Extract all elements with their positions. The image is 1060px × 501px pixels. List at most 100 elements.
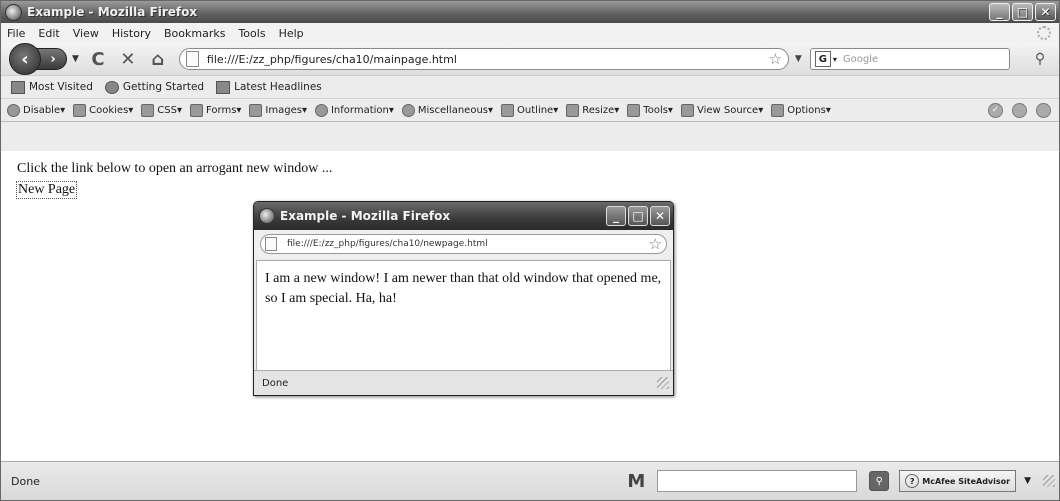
validation-check-icon[interactable]: ✓ (988, 102, 1003, 118)
popup-url-text[interactable]: file:///E:/zz_php/figures/cha10/newpage.… (287, 239, 649, 249)
bookmarks-toolbar: Most Visited Getting Started Latest Head… (1, 76, 1059, 99)
siteadvisor-dropdown-icon[interactable]: ▼ (1024, 476, 1031, 486)
dev-label: Options▾ (787, 104, 831, 116)
page-icon (265, 237, 277, 251)
dev-disable-menu[interactable]: Disable▾ (7, 103, 66, 117)
forms-icon (190, 103, 203, 117)
navigation-toolbar: ‹ › ▼ C ✕ ⌂ file:///E:/zz_php/figures/ch… (1, 43, 1059, 76)
intro-text: Click the link below to open an arrogant… (17, 161, 333, 176)
back-button[interactable]: ‹ (9, 43, 41, 75)
bookmark-getting-started[interactable]: Getting Started (104, 80, 205, 94)
js-status-icon[interactable] (1036, 102, 1051, 118)
bookmark-label: Most Visited (29, 81, 93, 93)
bookmark-folder-icon (11, 80, 25, 94)
popup-url-bar[interactable]: file:///E:/zz_php/figures/cha10/newpage.… (260, 234, 667, 254)
url-text[interactable]: file:///E:/zz_php/figures/cha10/mainpage… (207, 53, 769, 66)
firefox-logo-icon (5, 3, 22, 21)
status-text: Done (11, 474, 40, 488)
css-status-icon[interactable] (1012, 102, 1027, 118)
popup-url-row: file:///E:/zz_php/figures/cha10/newpage.… (254, 230, 673, 258)
page-icon (185, 51, 199, 67)
url-bar[interactable]: file:///E:/zz_php/figures/cha10/mainpage… (178, 48, 789, 70)
minimize-button[interactable]: _ (989, 3, 1010, 21)
menu-help[interactable]: Help (279, 27, 304, 40)
dev-label: Cookies▾ (89, 104, 134, 116)
miscellaneous-icon (401, 103, 415, 117)
firefox-bookmark-icon (104, 80, 119, 94)
tools-icon (627, 103, 641, 117)
bookmark-latest-headlines[interactable]: Latest Headlines (216, 80, 322, 94)
title-bar: Example - Mozilla Firefox _ □ ✕ (1, 1, 1059, 23)
popup-close-button[interactable]: ✕ (650, 206, 670, 226)
bookmark-star-icon[interactable]: ☆ (649, 235, 662, 253)
dev-miscellaneous-menu[interactable]: Miscellaneous▾ (401, 103, 494, 117)
dev-information-menu[interactable]: Information▾ (314, 103, 394, 117)
rss-icon (216, 80, 231, 94)
google-icon[interactable]: G (814, 51, 831, 67)
popup-title: Example - Mozilla Firefox (280, 209, 451, 223)
dev-label: Miscellaneous▾ (417, 104, 494, 116)
dev-label: Information▾ (330, 104, 394, 116)
dev-resize-menu[interactable]: Resize▾ (566, 103, 619, 117)
search-placeholder[interactable]: Google (843, 54, 1005, 65)
bookmark-star-icon[interactable]: ☆ (768, 50, 781, 68)
home-icon[interactable]: ⌂ (147, 48, 169, 70)
stop-icon[interactable]: ✕ (117, 48, 139, 70)
dev-images-menu[interactable]: Images▾ (249, 103, 307, 117)
resize-icon (566, 103, 580, 117)
dev-label: CSS▾ (157, 104, 182, 116)
maximize-button[interactable]: □ (1012, 3, 1033, 21)
window-title: Example - Mozilla Firefox (27, 5, 198, 19)
dev-label: Images▾ (265, 104, 307, 116)
siteadvisor-button[interactable]: ? McAfee SiteAdvisor (899, 470, 1017, 492)
dev-css-menu[interactable]: CSS▾ (141, 103, 182, 117)
information-icon (314, 103, 328, 117)
menu-bar: File Edit View History Bookmarks Tools H… (1, 23, 1059, 43)
web-developer-toolbar: Disable▾ Cookies▾ CSS▾ Forms▾ Images▾ In… (1, 99, 1059, 122)
images-icon (249, 103, 263, 117)
search-box[interactable]: G ▾ Google (809, 48, 1010, 70)
close-button[interactable]: ✕ (1035, 3, 1056, 21)
menu-history[interactable]: History (112, 27, 151, 40)
help-icon: ? (905, 474, 920, 488)
search-engine-dropdown-icon[interactable]: ▾ (833, 55, 837, 64)
popup-minimize-button[interactable]: _ (606, 206, 626, 226)
menu-file[interactable]: File (7, 27, 25, 40)
new-page-link[interactable]: New Page (16, 181, 78, 199)
dev-label: Forms▾ (206, 104, 242, 116)
resize-grip-icon[interactable] (1043, 475, 1055, 487)
menu-tools[interactable]: Tools (238, 27, 265, 40)
menu-view[interactable]: View (73, 27, 99, 40)
dev-outline-menu[interactable]: Outline▾ (501, 103, 558, 117)
bookmark-label: Getting Started (122, 81, 205, 93)
reload-icon[interactable]: C (87, 48, 109, 70)
dev-cookies-menu[interactable]: Cookies▾ (73, 103, 134, 117)
popup-title-bar: Example - Mozilla Firefox _ □ ✕ (254, 202, 673, 230)
firefox-logo-icon (259, 208, 275, 224)
history-dropdown-icon[interactable]: ▼ (72, 54, 79, 64)
dev-label: View Source▾ (696, 104, 764, 116)
popup-body-text: I am a new window! I am newer than that … (265, 271, 662, 306)
status-bar: Done M ⚲ ? McAfee SiteAdvisor ▼ (1, 461, 1059, 500)
m-logo-icon[interactable]: M (627, 471, 645, 492)
menu-edit[interactable]: Edit (38, 27, 59, 40)
status-search-go-icon[interactable]: ⚲ (869, 471, 890, 491)
bookmark-most-visited[interactable]: Most Visited (11, 80, 93, 94)
dev-label: Disable▾ (23, 104, 66, 116)
throbber-icon (1037, 26, 1051, 40)
dev-forms-menu[interactable]: Forms▾ (190, 103, 242, 117)
dev-view-source-menu[interactable]: View Source▾ (680, 103, 764, 117)
popup-window: Example - Mozilla Firefox _ □ ✕ file:///… (253, 201, 674, 396)
popup-content: I am a new window! I am newer than that … (256, 260, 671, 372)
url-dropdown-icon[interactable]: ▼ (795, 54, 802, 64)
popup-maximize-button[interactable]: □ (628, 206, 648, 226)
dev-options-menu[interactable]: Options▾ (771, 103, 831, 117)
outline-icon (501, 103, 515, 117)
menu-bookmarks[interactable]: Bookmarks (164, 27, 225, 40)
css-icon (141, 103, 155, 117)
cookies-icon (73, 103, 87, 117)
resize-grip-icon[interactable] (657, 377, 669, 389)
search-icon[interactable]: ⚲ (1029, 48, 1051, 70)
dev-tools-menu[interactable]: Tools▾ (627, 103, 673, 117)
status-search-field[interactable] (657, 470, 858, 492)
